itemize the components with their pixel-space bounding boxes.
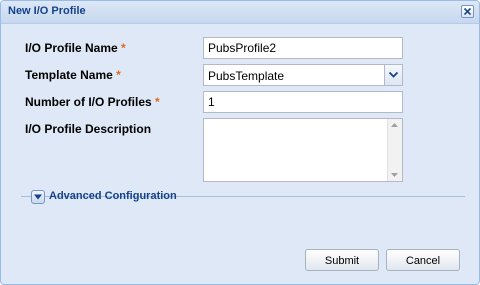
- cancel-button[interactable]: Cancel: [386, 249, 460, 271]
- profile-count-label: Number of I/O Profiles *: [25, 95, 160, 109]
- new-io-profile-dialog: New I/O Profile I/O Profile Name * Templ…: [0, 0, 480, 285]
- template-name-label: Template Name *: [25, 68, 121, 82]
- chevron-down-icon: [34, 194, 42, 200]
- scroll-down-arrow-icon[interactable]: [391, 173, 398, 177]
- description-row: I/O Profile Description: [1, 118, 479, 184]
- required-marker: *: [155, 95, 160, 109]
- template-dropdown-trigger[interactable]: [384, 65, 402, 85]
- template-name-value: PubsTemplate: [208, 69, 285, 83]
- description-textarea[interactable]: [203, 118, 403, 182]
- submit-button[interactable]: Submit: [305, 249, 379, 271]
- expand-toggle-button[interactable]: [31, 190, 45, 204]
- description-label: I/O Profile Description: [25, 122, 152, 136]
- required-marker: *: [116, 68, 121, 82]
- profile-count-row: Number of I/O Profiles *: [1, 91, 479, 113]
- dialog-titlebar[interactable]: New I/O Profile: [1, 1, 479, 24]
- advanced-configuration-header[interactable]: Advanced Configuration: [31, 189, 177, 205]
- close-icon: [464, 8, 471, 15]
- profile-count-input[interactable]: [203, 91, 403, 113]
- dialog-title: New I/O Profile: [8, 5, 86, 17]
- scroll-up-arrow-icon[interactable]: [391, 123, 398, 127]
- advanced-configuration-label[interactable]: Advanced Configuration: [49, 190, 177, 202]
- template-name-row: Template Name * PubsTemplate: [1, 64, 479, 86]
- template-name-select[interactable]: PubsTemplate: [203, 64, 403, 86]
- chevron-down-icon: [389, 72, 398, 78]
- close-button[interactable]: [461, 5, 474, 18]
- profile-name-input[interactable]: [203, 37, 403, 59]
- required-marker: *: [121, 41, 126, 55]
- description-scrollbar[interactable]: [387, 119, 402, 181]
- profile-name-row: I/O Profile Name *: [1, 37, 479, 59]
- profile-name-label: I/O Profile Name *: [25, 41, 126, 55]
